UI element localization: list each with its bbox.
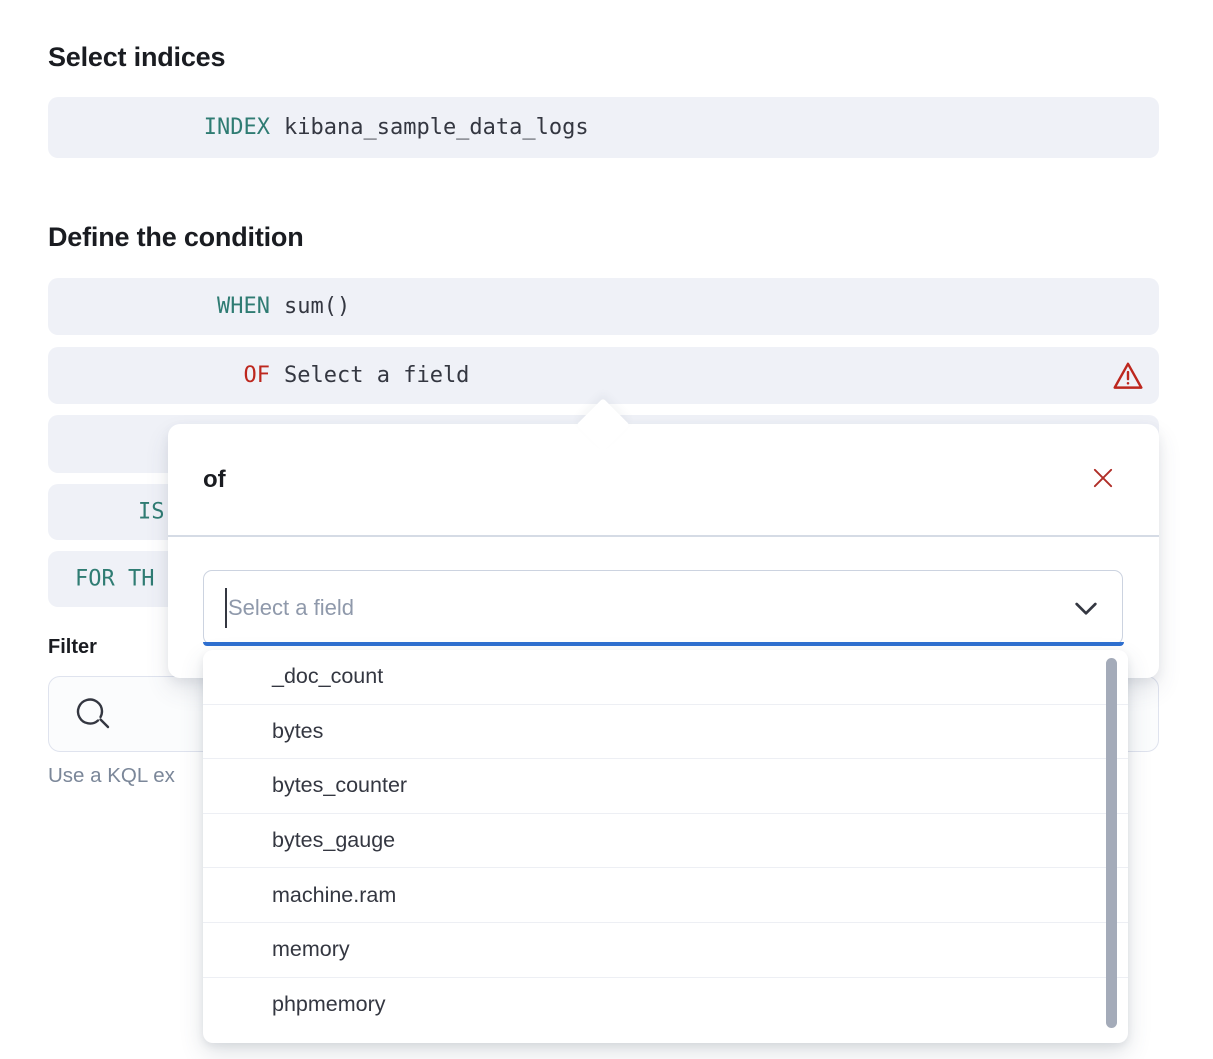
field-options-dropdown: _doc_count bytes bytes_counter bytes_gau… xyxy=(203,650,1128,1043)
dropdown-scrollbar-thumb[interactable] xyxy=(1106,658,1117,1028)
index-expression[interactable]: INDEX kibana_sample_data_logs xyxy=(48,97,1159,158)
popover-title: of xyxy=(203,466,226,494)
field-combobox[interactable]: Select a field xyxy=(203,570,1123,645)
select-indices-title: Select indices xyxy=(48,42,225,73)
index-keyword: INDEX xyxy=(48,115,270,140)
close-icon xyxy=(1089,480,1117,495)
alert-triangle-icon xyxy=(1111,359,1145,393)
rule-builder-page: Select indices INDEX kibana_sample_data_… xyxy=(0,0,1213,1059)
when-expression[interactable]: WHEN sum() xyxy=(48,278,1159,335)
option-bytes-counter[interactable]: bytes_counter xyxy=(203,759,1128,814)
popover-header: of xyxy=(168,424,1159,535)
option-phpmemory[interactable]: phpmemory xyxy=(203,978,1128,1033)
option-bytes-gauge[interactable]: bytes_gauge xyxy=(203,814,1128,869)
option-bytes[interactable]: bytes xyxy=(203,705,1128,760)
for-the-last-keyword-visible: FOR TH xyxy=(75,567,154,592)
text-caret xyxy=(225,588,227,628)
of-value: Select a field xyxy=(284,363,469,388)
of-popover: of Select a field xyxy=(168,424,1159,678)
when-value: sum() xyxy=(284,294,350,319)
chevron-down-icon[interactable] xyxy=(1070,592,1102,624)
option-machine-ram[interactable]: machine.ram xyxy=(203,868,1128,923)
define-condition-title: Define the condition xyxy=(48,222,304,253)
of-keyword: OF xyxy=(48,363,270,388)
is-keyword-visible: IS xyxy=(138,500,165,525)
option-memory[interactable]: memory xyxy=(203,923,1128,978)
index-value: kibana_sample_data_logs xyxy=(284,115,589,140)
search-icon xyxy=(73,694,113,734)
close-button[interactable] xyxy=(1089,464,1117,492)
of-expression[interactable]: OF Select a field xyxy=(48,347,1159,404)
option-doc-count[interactable]: _doc_count xyxy=(203,650,1128,705)
popover-divider xyxy=(168,535,1159,537)
combobox-placeholder: Select a field xyxy=(228,595,354,621)
kql-help-text: Use a KQL ex xyxy=(48,764,175,788)
field-options-list: _doc_count bytes bytes_counter bytes_gau… xyxy=(203,650,1128,1032)
when-keyword: WHEN xyxy=(48,294,270,319)
filter-label: Filter xyxy=(48,636,97,659)
